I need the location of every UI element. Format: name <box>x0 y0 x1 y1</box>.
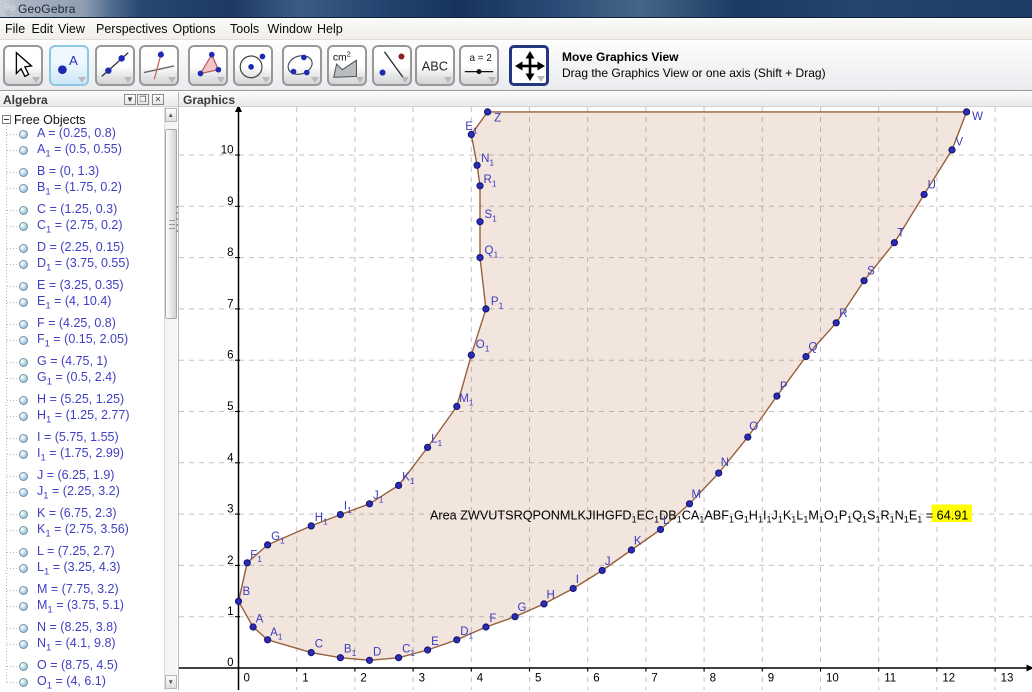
svg-text:6: 6 <box>593 673 599 685</box>
svg-text:S: S <box>867 266 875 278</box>
svg-text:0: 0 <box>244 673 250 685</box>
svg-text:8: 8 <box>710 673 716 685</box>
svg-text:7: 7 <box>227 298 233 310</box>
svg-text:ABC: ABC <box>421 59 447 74</box>
svg-text:1: 1 <box>302 673 308 685</box>
svg-text:5: 5 <box>227 401 233 413</box>
svg-text:2: 2 <box>360 673 366 685</box>
svg-text:7: 7 <box>651 673 657 685</box>
svg-text:a = 2: a = 2 <box>470 53 493 64</box>
svg-text:B: B <box>243 586 251 598</box>
svg-text:Z: Z <box>494 112 501 124</box>
svg-text:W: W <box>972 111 983 123</box>
svg-text:Q: Q <box>809 342 818 354</box>
svg-text:P: P <box>780 381 788 393</box>
svg-text:R: R <box>839 308 847 320</box>
svg-text:8: 8 <box>227 247 233 259</box>
svg-text:E: E <box>431 636 439 648</box>
svg-text:D: D <box>373 646 381 658</box>
svg-text:L: L <box>663 515 670 527</box>
svg-text:13: 13 <box>1001 673 1014 685</box>
svg-text:Area ZWVUTSRQPONMLKJIHGFD1EC1D: Area ZWVUTSRQPONMLKJIHGFD1EC1DB1CA1ABF1G… <box>430 509 968 525</box>
svg-text:2: 2 <box>227 555 233 567</box>
svg-text:11: 11 <box>884 673 896 685</box>
svg-text:4: 4 <box>227 452 234 464</box>
svg-text:10: 10 <box>826 673 839 685</box>
svg-text:O: O <box>749 421 758 433</box>
svg-text:C: C <box>315 639 323 651</box>
svg-text:G: G <box>518 602 527 614</box>
svg-text:3: 3 <box>419 673 425 685</box>
svg-text:V: V <box>956 136 964 148</box>
svg-text:H: H <box>547 589 555 601</box>
svg-text:12: 12 <box>942 673 955 685</box>
svg-text:F: F <box>489 613 496 625</box>
svg-text:cm2: cm2 <box>333 50 351 64</box>
svg-text:A: A <box>69 53 78 68</box>
svg-text:N: N <box>721 457 729 469</box>
svg-text:M: M <box>692 489 702 501</box>
svg-text:6: 6 <box>227 350 233 362</box>
svg-text:5: 5 <box>535 673 541 685</box>
svg-text:4: 4 <box>477 673 484 685</box>
svg-text:U: U <box>928 180 936 192</box>
svg-text:K: K <box>634 536 642 548</box>
svg-text:9: 9 <box>768 673 774 685</box>
svg-text:I: I <box>576 574 579 586</box>
svg-text:1: 1 <box>227 606 233 618</box>
svg-text:0: 0 <box>227 657 233 669</box>
svg-text:9: 9 <box>227 196 233 208</box>
svg-text:T: T <box>897 228 904 240</box>
svg-text:10: 10 <box>221 145 234 157</box>
svg-text:A: A <box>256 614 264 626</box>
svg-text:J: J <box>605 556 611 568</box>
svg-text:3: 3 <box>227 504 233 516</box>
